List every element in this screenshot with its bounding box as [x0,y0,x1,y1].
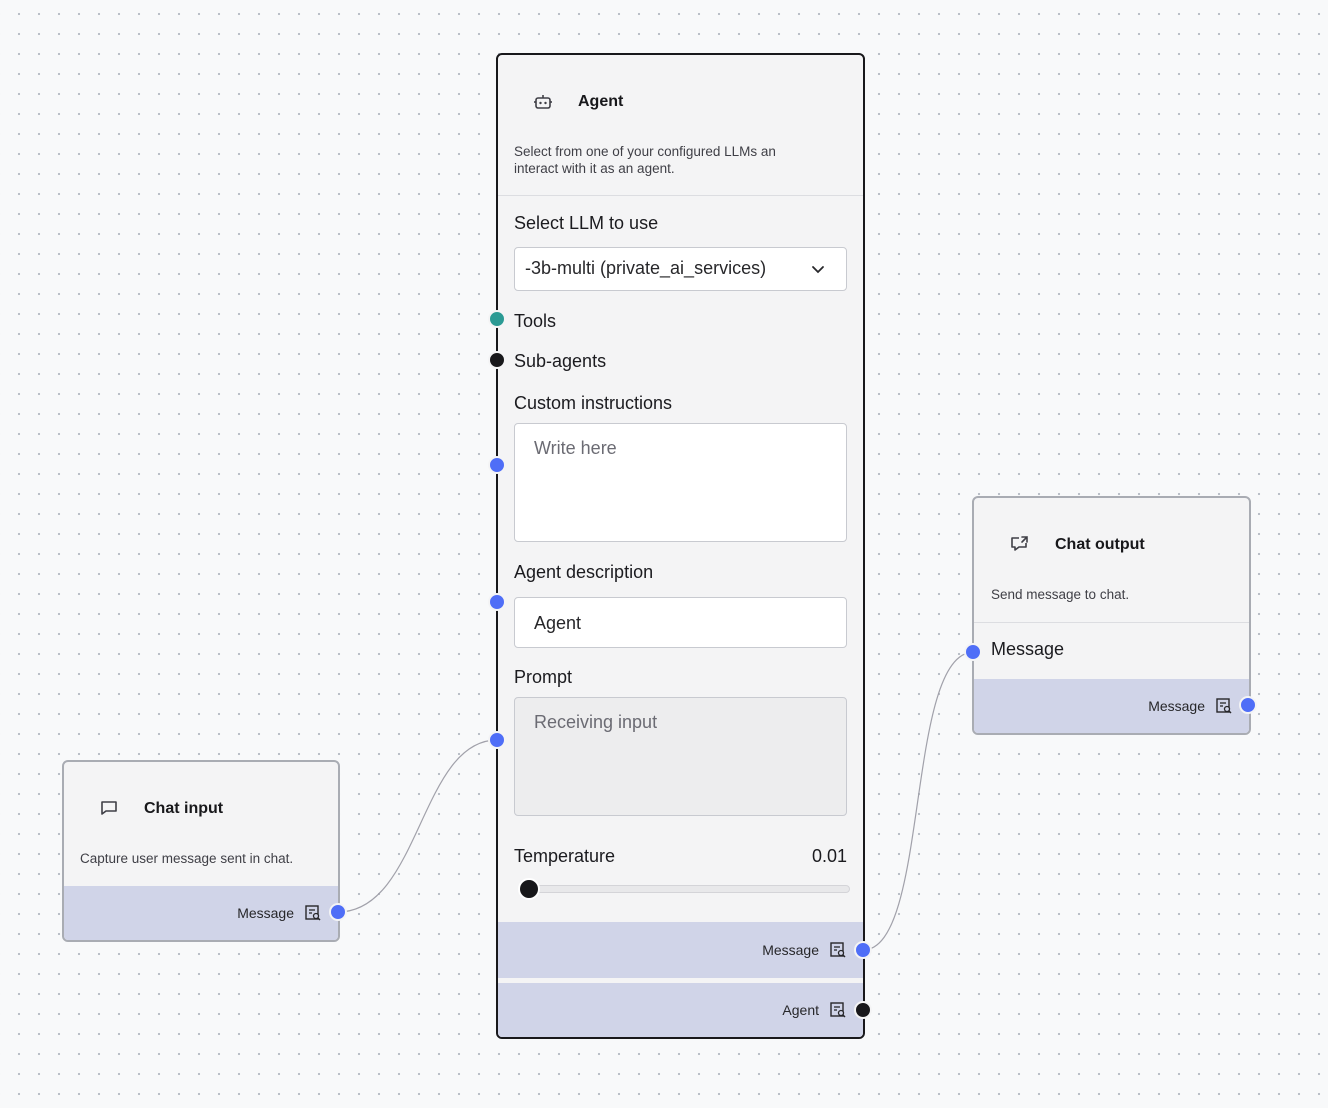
agent-agent-output-bar: Agent [498,983,863,1037]
tools-input-handle[interactable] [488,310,506,328]
agent-description: Select from one of your configured LLMs … [514,144,776,176]
agent-message-output-label: Message [762,942,819,958]
chat-output-input-handle[interactable] [964,643,982,661]
edge-agent-to-chatoutput [862,651,975,951]
temperature-label: Temperature [514,846,616,866]
agent-agent-output-handle[interactable] [854,1001,872,1019]
prompt-input: Receiving input [514,697,847,816]
robot-icon [532,91,554,113]
custom-instructions-input-handle[interactable] [488,456,506,474]
llm-select-value: -3b-multi (private_ai_services) [525,258,767,278]
message-inspect-icon[interactable] [829,1001,847,1019]
chat-output-divider [974,622,1249,623]
chat-output-output-label: Message [1148,698,1205,714]
tools-label: Tools [514,311,557,331]
chat-output-node[interactable]: Chat output Send message to chat. Messag… [972,496,1251,735]
prompt-input-handle[interactable] [488,731,506,749]
temperature-slider-thumb[interactable] [518,878,540,900]
agent-node[interactable]: Agent Select from one of your configured… [496,53,865,1039]
message-inspect-icon[interactable] [304,904,322,922]
share-out-icon [1008,533,1030,555]
agent-description-input[interactable]: Agent [514,597,847,648]
prompt-placeholder: Receiving input [534,712,658,732]
chat-input-node[interactable]: Chat input Capture user message sent in … [62,760,340,942]
select-llm-label: Select LLM to use [514,213,659,233]
chat-output-description: Send message to chat. [991,587,1130,602]
subagents-input-handle[interactable] [488,351,506,369]
message-inspect-icon[interactable] [1215,697,1233,715]
custom-instructions-placeholder: Write here [534,438,617,458]
subagents-label: Sub-agents [514,351,607,371]
custom-instructions-input[interactable]: Write here [514,423,847,542]
agent-message-output-bar: Message [498,922,863,978]
chat-output-output-bar: Message [974,679,1249,733]
chat-input-title: Chat input [144,800,224,817]
chat-input-output-handle[interactable] [329,903,347,921]
custom-instructions-label: Custom instructions [514,393,673,413]
temperature-slider-track[interactable] [518,885,850,893]
message-inspect-icon[interactable] [829,941,847,959]
chat-bubble-icon [98,797,120,819]
chat-output-output-handle[interactable] [1239,696,1257,714]
chat-output-title: Chat output [1055,536,1145,553]
agent-header-divider [498,195,863,196]
chat-input-output-bar: Message [64,886,338,940]
chevron-down-icon[interactable] [810,261,826,282]
chat-output-input-label: Message [991,639,1065,659]
chat-input-description: Capture user message sent in chat. [80,851,294,866]
agent-agent-output-label: Agent [782,1002,819,1018]
chat-input-output-label: Message [237,905,294,921]
agent-title: Agent [578,93,624,110]
temperature-value: 0.01 [811,846,847,866]
llm-select[interactable]: -3b-multi (private_ai_services) [514,247,847,291]
prompt-label: Prompt [514,667,573,687]
agent-message-output-handle[interactable] [854,941,872,959]
agent-description-value: Agent [534,613,582,633]
agent-description-input-handle[interactable] [488,593,506,611]
edge-chatinput-to-prompt [337,739,498,913]
agent-description-label: Agent description [514,562,654,582]
